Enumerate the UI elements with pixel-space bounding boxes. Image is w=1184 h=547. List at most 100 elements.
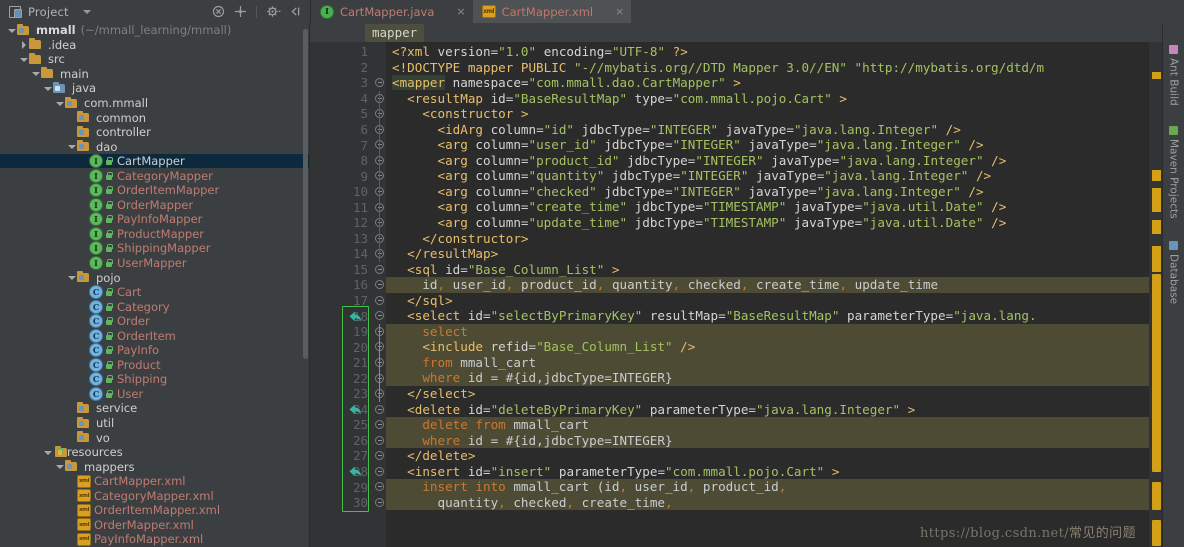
fold-marker-icon[interactable] bbox=[375, 451, 384, 461]
tree-item[interactable]: C User bbox=[0, 386, 310, 402]
tool-window-tab-database[interactable]: Database bbox=[1163, 237, 1184, 308]
tree-expand-arrow-icon[interactable] bbox=[18, 54, 29, 65]
code-line[interactable]: <!DOCTYPE mapper PUBLIC "-//mybatis.org/… bbox=[386, 60, 1149, 76]
code-line[interactable]: select bbox=[386, 323, 1149, 340]
tree-item[interactable]: vo bbox=[0, 430, 310, 445]
tree-expand-arrow-icon[interactable] bbox=[42, 447, 53, 458]
stripe-marker[interactable] bbox=[1152, 188, 1161, 212]
tree-item[interactable]: C OrderItem bbox=[0, 328, 310, 343]
code-line[interactable]: <?xml version="1.0" encoding="UTF-8" ?> bbox=[386, 44, 1149, 60]
tree-expand-arrow-icon[interactable] bbox=[54, 98, 65, 109]
tree-item[interactable]: util bbox=[0, 416, 310, 431]
code-line[interactable]: <delete id="deleteByPrimaryKey" paramete… bbox=[386, 402, 1149, 418]
breadcrumb-item-mapper[interactable]: mapper bbox=[365, 23, 425, 42]
editor-tab-cartmapper-xml[interactable]: xml CartMapper.xml × bbox=[472, 0, 632, 23]
code-line[interactable]: <arg column="product_id" jdbcType="INTEG… bbox=[386, 153, 1149, 169]
code-line[interactable]: <include refid="Base_Column_List" /> bbox=[386, 339, 1149, 355]
tree-item[interactable]: xml OrderMapper.xml bbox=[0, 518, 310, 533]
editor-tab-cartmapper-java[interactable]: I CartMapper.java × bbox=[311, 0, 473, 23]
fold-marker-icon[interactable] bbox=[375, 280, 384, 290]
code-line[interactable]: <arg column="create_time" jdbcType="TIME… bbox=[386, 199, 1149, 215]
fold-marker-icon[interactable] bbox=[375, 497, 384, 507]
tree-item[interactable]: C Order bbox=[0, 314, 310, 329]
tree-item[interactable]: I UserMapper bbox=[0, 256, 310, 271]
code-line[interactable]: id, user_id, product_id, quantity, check… bbox=[386, 277, 1149, 293]
code-line[interactable]: quantity, checked, create_time, bbox=[386, 494, 1149, 511]
tree-item-selected[interactable]: I CartMapper bbox=[0, 153, 310, 169]
fold-marker-icon[interactable] bbox=[375, 466, 384, 476]
code-folding-column[interactable] bbox=[372, 42, 386, 547]
tree-item[interactable]: xml PayInfoMapper.xml bbox=[0, 532, 310, 547]
stripe-marker[interactable] bbox=[1152, 520, 1161, 546]
code-line[interactable]: <sql id="Base_Column_List" > bbox=[386, 262, 1149, 278]
tree-item[interactable]: xml CategoryMapper.xml bbox=[0, 489, 310, 504]
settings-gear-icon[interactable] bbox=[266, 5, 281, 18]
tree-item[interactable]: src bbox=[0, 52, 310, 67]
tree-item[interactable]: I CategoryMapper bbox=[0, 168, 310, 183]
line-number-gutter[interactable]: 1 2 3 4 5 6 7 8 9 10 11 12 13 14 15 16 17 18 19 20 21 22 23 24 2… bbox=[310, 42, 372, 547]
close-icon[interactable]: × bbox=[615, 6, 624, 17]
code-line[interactable]: where id = #{id,jdbcType=INTEGER} bbox=[386, 370, 1149, 387]
code-line[interactable]: <arg column="quantity" jdbcType="INTEGER… bbox=[386, 168, 1149, 184]
chevron-down-icon[interactable] bbox=[82, 9, 91, 14]
tree-item[interactable]: pojo bbox=[0, 270, 310, 285]
tree-item[interactable]: C Product bbox=[0, 357, 310, 373]
code-line[interactable]: <constructor > bbox=[386, 106, 1149, 122]
tree-item[interactable]: C Cart bbox=[0, 285, 310, 300]
code-line[interactable]: </delete> bbox=[386, 448, 1149, 464]
tool-window-tab-maven-projects[interactable]: Maven Projects bbox=[1163, 122, 1184, 223]
tree-item[interactable]: mmall (~/mmall_learning/mmall) bbox=[0, 23, 310, 38]
tree-expand-arrow-icon[interactable] bbox=[18, 39, 29, 50]
tree-item[interactable]: C Category bbox=[0, 299, 310, 314]
tree-expand-arrow-icon[interactable] bbox=[6, 25, 17, 36]
code-line[interactable]: where id = #{id,jdbcType=INTEGER} bbox=[386, 432, 1149, 449]
tree-item[interactable]: I ShippingMapper bbox=[0, 241, 310, 256]
code-line[interactable]: <arg column="user_id" jdbcType="INTEGER"… bbox=[386, 137, 1149, 153]
code-line[interactable]: </constructor> bbox=[386, 231, 1149, 247]
tree-item[interactable]: service bbox=[0, 401, 310, 416]
stripe-marker[interactable] bbox=[1152, 72, 1161, 79]
code-line[interactable]: <resultMap id="BaseResultMap" type="com.… bbox=[386, 91, 1149, 107]
code-text[interactable]: <?xml version="1.0" encoding="UTF-8" ?> <… bbox=[386, 42, 1149, 547]
fold-marker-icon[interactable] bbox=[375, 295, 384, 305]
fold-marker-icon[interactable] bbox=[375, 435, 384, 445]
tree-expand-arrow-icon[interactable] bbox=[66, 272, 77, 283]
code-line[interactable]: from mmall_cart bbox=[386, 354, 1149, 371]
tool-window-tab-ant-build[interactable]: Ant Build bbox=[1163, 41, 1184, 110]
code-line[interactable]: </select> bbox=[386, 386, 1149, 402]
tree-expand-arrow-icon[interactable] bbox=[30, 68, 41, 79]
tree-item[interactable]: C Shipping bbox=[0, 372, 310, 387]
tree-item[interactable]: I OrderMapper bbox=[0, 197, 310, 213]
code-line[interactable]: <mapper namespace="com.mmall.dao.CartMap… bbox=[386, 75, 1149, 91]
error-stripe-scrollbar[interactable] bbox=[1149, 42, 1162, 547]
stripe-marker[interactable] bbox=[1152, 246, 1161, 272]
tree-expand-arrow-icon[interactable] bbox=[66, 141, 77, 152]
code-line[interactable]: <idArg column="id" jdbcType="INTEGER" ja… bbox=[386, 122, 1149, 138]
tree-item[interactable]: java bbox=[0, 81, 310, 96]
collapse-all-icon[interactable] bbox=[212, 5, 225, 18]
tree-item[interactable]: .idea bbox=[0, 38, 310, 53]
tree-item[interactable]: xml CartMapper.xml bbox=[0, 474, 310, 489]
hide-panel-icon[interactable] bbox=[288, 5, 301, 18]
tree-expand-arrow-icon[interactable] bbox=[42, 83, 53, 94]
scrollbar-thumb[interactable] bbox=[1152, 274, 1161, 472]
fold-marker-icon[interactable] bbox=[375, 404, 384, 414]
fold-marker-icon[interactable] bbox=[375, 420, 384, 430]
close-icon[interactable]: × bbox=[456, 6, 465, 17]
project-tree[interactable]: mmall (~/mmall_learning/mmall) .idea src mai… bbox=[0, 23, 310, 547]
stripe-marker[interactable] bbox=[1152, 482, 1161, 510]
stripe-marker[interactable] bbox=[1152, 170, 1161, 181]
tree-item[interactable]: I OrderItemMapper bbox=[0, 183, 310, 198]
tree-item[interactable]: I PayInfoMapper bbox=[0, 212, 310, 227]
tree-item[interactable]: mappers bbox=[0, 459, 310, 474]
code-line[interactable]: delete from mmall_cart bbox=[386, 417, 1149, 433]
tree-item[interactable]: resources bbox=[0, 445, 310, 460]
code-line[interactable]: </resultMap> bbox=[386, 246, 1149, 262]
tree-scrollbar[interactable] bbox=[303, 29, 308, 359]
fold-marker-icon[interactable] bbox=[375, 482, 384, 492]
tree-item[interactable]: C PayInfo bbox=[0, 343, 310, 358]
tree-item[interactable]: I ProductMapper bbox=[0, 226, 310, 242]
code-line[interactable]: insert into mmall_cart (id, user_id, pro… bbox=[386, 479, 1149, 495]
code-line[interactable]: <select id="selectByPrimaryKey" resultMa… bbox=[386, 308, 1149, 324]
fold-marker-icon[interactable] bbox=[375, 311, 384, 321]
